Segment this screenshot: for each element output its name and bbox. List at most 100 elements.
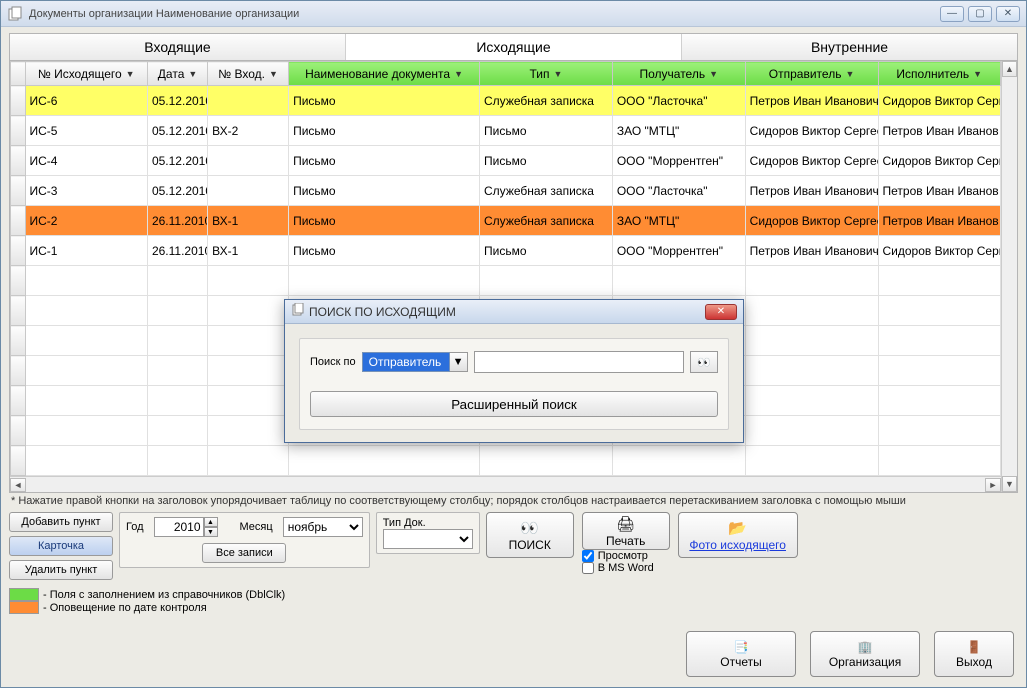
table-cell[interactable]: ЗАО "МТЦ": [612, 116, 745, 146]
organization-button[interactable]: 🏢 Организация: [810, 631, 920, 677]
print-button[interactable]: 🖨 Печать: [582, 512, 670, 550]
table-cell[interactable]: ИС-6: [25, 86, 147, 116]
exit-button[interactable]: 🚪 Выход: [934, 631, 1014, 677]
year-down-icon[interactable]: ▼: [204, 527, 218, 537]
table-cell[interactable]: ИС-5: [25, 116, 147, 146]
table-cell[interactable]: [11, 146, 26, 176]
add-item-button[interactable]: Добавить пункт: [9, 512, 113, 532]
table-cell[interactable]: ИС-1: [25, 236, 147, 266]
search-go-button[interactable]: 👀: [690, 351, 718, 373]
table-cell[interactable]: ВХ-1: [208, 236, 289, 266]
table-row[interactable]: ИС-605.12.2010 ПисьмоСлужебная запискаООО…: [11, 86, 1001, 116]
dialog-close-button[interactable]: ✕: [705, 304, 737, 320]
card-button[interactable]: Карточка: [9, 536, 113, 556]
horizontal-scrollbar[interactable]: ◄ ►: [10, 476, 1001, 492]
table-cell[interactable]: [11, 86, 26, 116]
table-cell[interactable]: ООО "Ласточка": [612, 176, 745, 206]
preview-checkbox[interactable]: Просмотр: [582, 550, 670, 562]
table-cell[interactable]: Петров Иван Иванович: [745, 86, 878, 116]
table-row[interactable]: ИС-405.12.2010ПисьмоПисьмоООО "Моррентге…: [11, 146, 1001, 176]
table-cell[interactable]: Петров Иван Иванович: [745, 176, 878, 206]
table-cell[interactable]: ВХ-1: [208, 206, 289, 236]
table-cell[interactable]: Сидоров Виктор Серг: [878, 86, 1001, 116]
table-cell[interactable]: ЗАО "МТЦ": [612, 206, 745, 236]
table-cell[interactable]: Письмо: [480, 116, 613, 146]
maximize-button[interactable]: ▢: [968, 6, 992, 22]
table-cell[interactable]: Письмо: [289, 146, 480, 176]
photo-button[interactable]: 📂 Фото исходящего: [678, 512, 798, 558]
table-cell[interactable]: Служебная записка: [480, 176, 613, 206]
search-button[interactable]: 👀 ПОИСК: [486, 512, 574, 558]
col-in-number[interactable]: № Вход.▼: [208, 62, 289, 86]
table-cell[interactable]: [208, 146, 289, 176]
tab-outgoing[interactable]: Исходящие: [346, 34, 682, 60]
table-cell[interactable]: [11, 116, 26, 146]
table-cell[interactable]: Письмо: [480, 146, 613, 176]
table-cell[interactable]: Письмо: [289, 206, 480, 236]
table-cell[interactable]: Письмо: [289, 86, 480, 116]
table-cell[interactable]: ИС-4: [25, 146, 147, 176]
table-cell[interactable]: Петров Иван Иванов: [878, 206, 1001, 236]
titlebar[interactable]: Документы организации Наименование орган…: [1, 1, 1026, 27]
msword-checkbox[interactable]: В MS Word: [582, 562, 670, 574]
delete-item-button[interactable]: Удалить пункт: [9, 560, 113, 580]
table-cell[interactable]: Петров Иван Иванович: [745, 236, 878, 266]
vertical-scrollbar[interactable]: ▲ ▼: [1001, 61, 1017, 492]
search-by-combo[interactable]: Отправитель ▼: [362, 352, 468, 372]
col-docname[interactable]: Наименование документа▼: [289, 62, 480, 86]
col-sender[interactable]: Отправитель▼: [745, 62, 878, 86]
table-row[interactable]: ИС-505.12.2010ВХ-2ПисьмоПисьмоЗАО "МТЦ"С…: [11, 116, 1001, 146]
table-cell[interactable]: Петров Иван Иванов: [878, 116, 1001, 146]
table-cell[interactable]: Письмо: [480, 236, 613, 266]
advanced-search-button[interactable]: Расширенный поиск: [310, 391, 718, 417]
table-cell[interactable]: Сидоров Виктор Серг: [878, 236, 1001, 266]
col-number[interactable]: № Исходящего▼: [25, 62, 147, 86]
table-cell[interactable]: Сидоров Виктор Сергееви: [745, 206, 878, 236]
doctype-select[interactable]: [383, 529, 473, 549]
year-input[interactable]: [154, 517, 204, 537]
table-cell[interactable]: 05.12.2010: [147, 176, 207, 206]
year-up-icon[interactable]: ▲: [204, 517, 218, 527]
col-date[interactable]: Дата▼: [147, 62, 207, 86]
table-cell[interactable]: 26.11.2010: [147, 236, 207, 266]
tab-internal[interactable]: Внутренние: [682, 34, 1017, 60]
table-cell[interactable]: 05.12.2010: [147, 86, 207, 116]
table-cell[interactable]: 05.12.2010: [147, 116, 207, 146]
table-cell[interactable]: [11, 236, 26, 266]
scroll-down-icon[interactable]: ▼: [1002, 476, 1017, 492]
table-cell[interactable]: Петров Иван Иванов: [878, 176, 1001, 206]
col-recipient[interactable]: Получатель▼: [612, 62, 745, 86]
table-cell[interactable]: Письмо: [289, 116, 480, 146]
table-cell[interactable]: Письмо: [289, 236, 480, 266]
row-selector-header[interactable]: [11, 62, 26, 86]
scroll-up-icon[interactable]: ▲: [1002, 61, 1017, 77]
table-cell[interactable]: Письмо: [289, 176, 480, 206]
search-text-input[interactable]: [474, 351, 684, 373]
table-cell[interactable]: ООО "Моррентген": [612, 146, 745, 176]
table-cell[interactable]: 05.12.2010: [147, 146, 207, 176]
col-executor[interactable]: Исполнитель▼: [878, 62, 1001, 86]
close-button[interactable]: ✕: [996, 6, 1020, 22]
month-select[interactable]: ноябрь: [283, 517, 363, 537]
table-cell[interactable]: [208, 86, 289, 116]
scroll-right-icon[interactable]: ►: [985, 478, 1001, 492]
table-cell[interactable]: ООО "Ласточка": [612, 86, 745, 116]
table-cell[interactable]: ООО "Моррентген": [612, 236, 745, 266]
table-cell[interactable]: Служебная записка: [480, 206, 613, 236]
dialog-titlebar[interactable]: ПОИСК ПО ИСХОДЯЩИМ ✕: [285, 300, 743, 324]
table-row[interactable]: ИС-126.11.2010ВХ-1ПисьмоПисьмоООО "Морре…: [11, 236, 1001, 266]
table-cell[interactable]: [208, 176, 289, 206]
table-cell[interactable]: Сидоров Виктор Сергееви: [745, 146, 878, 176]
table-cell[interactable]: Служебная записка: [480, 86, 613, 116]
table-row[interactable]: ИС-305.12.2010 ПисьмоСлужебная запискаООО…: [11, 176, 1001, 206]
table-cell[interactable]: Сидоров Виктор Серг: [878, 146, 1001, 176]
table-cell[interactable]: ИС-2: [25, 206, 147, 236]
table-cell[interactable]: ВХ-2: [208, 116, 289, 146]
scroll-left-icon[interactable]: ◄: [10, 478, 26, 492]
col-type[interactable]: Тип▼: [480, 62, 613, 86]
all-records-button[interactable]: Все записи: [202, 543, 286, 563]
chevron-down-icon[interactable]: ▼: [450, 352, 468, 372]
table-cell[interactable]: [11, 206, 26, 236]
table-cell[interactable]: [11, 176, 26, 206]
table-cell[interactable]: ИС-3: [25, 176, 147, 206]
